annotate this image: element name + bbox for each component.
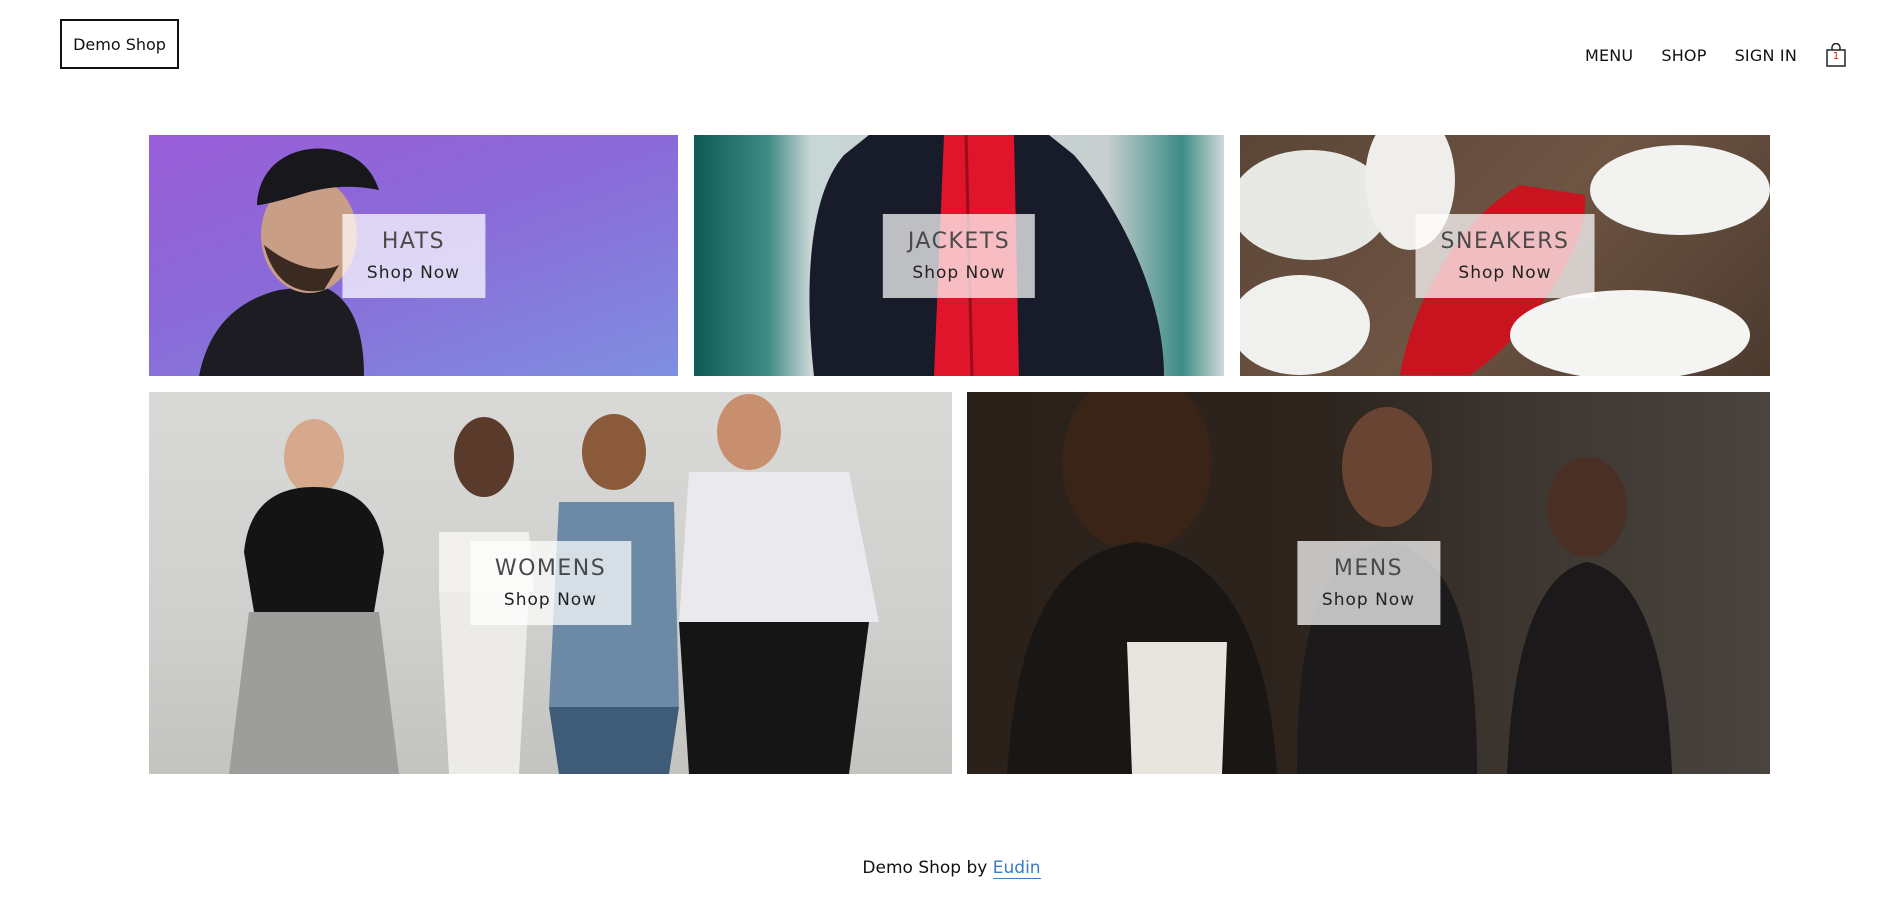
nav-menu[interactable]: MENU <box>1585 46 1633 65</box>
category-title: HATS <box>381 228 446 254</box>
category-title: MENS <box>1333 556 1404 581</box>
category-womens[interactable]: WOMENS Shop Now <box>149 392 952 774</box>
nav-shop[interactable]: SHOP <box>1661 46 1706 65</box>
hats-label-box: HATS Shop Now <box>341 213 486 298</box>
nav-sign-in[interactable]: SIGN IN <box>1735 46 1797 65</box>
shop-now-link[interactable]: Shop Now <box>908 260 1010 286</box>
main-nav: MENU SHOP SIGN IN 1 <box>1585 43 1847 67</box>
jackets-label-box: JACKETS Shop Now <box>882 213 1036 298</box>
category-title: WOMENS <box>494 556 607 581</box>
category-hats[interactable]: HATS Shop Now <box>149 135 678 376</box>
shop-now-link[interactable]: Shop Now <box>367 260 460 286</box>
sneakers-label-box: SNEAKERS Shop Now <box>1415 213 1595 298</box>
cart-count: 1 <box>1832 51 1840 62</box>
shop-now-link[interactable]: Shop Now <box>1441 260 1570 286</box>
category-title: SNEAKERS <box>1440 228 1570 254</box>
category-sneakers[interactable]: SNEAKERS Shop Now <box>1240 135 1770 376</box>
shop-now-link[interactable]: Shop Now <box>1322 587 1415 613</box>
category-mens[interactable]: MENS Shop Now <box>967 392 1770 774</box>
logo-link[interactable]: Demo Shop <box>60 19 179 69</box>
shop-now-link[interactable]: Shop Now <box>495 587 606 613</box>
site-header: Demo Shop MENU SHOP SIGN IN 1 <box>0 0 1903 110</box>
mens-label-box: MENS Shop Now <box>1296 541 1441 625</box>
womens-label-box: WOMENS Shop Now <box>469 541 632 625</box>
category-jackets[interactable]: JACKETS Shop Now <box>694 135 1224 376</box>
category-title: JACKETS <box>907 228 1011 254</box>
footer-text: Demo Shop by <box>862 858 993 878</box>
cart-button[interactable]: 1 <box>1825 43 1847 67</box>
site-footer: Demo Shop by Eudin <box>0 858 1903 879</box>
footer-author-link[interactable]: Eudin <box>992 858 1041 879</box>
